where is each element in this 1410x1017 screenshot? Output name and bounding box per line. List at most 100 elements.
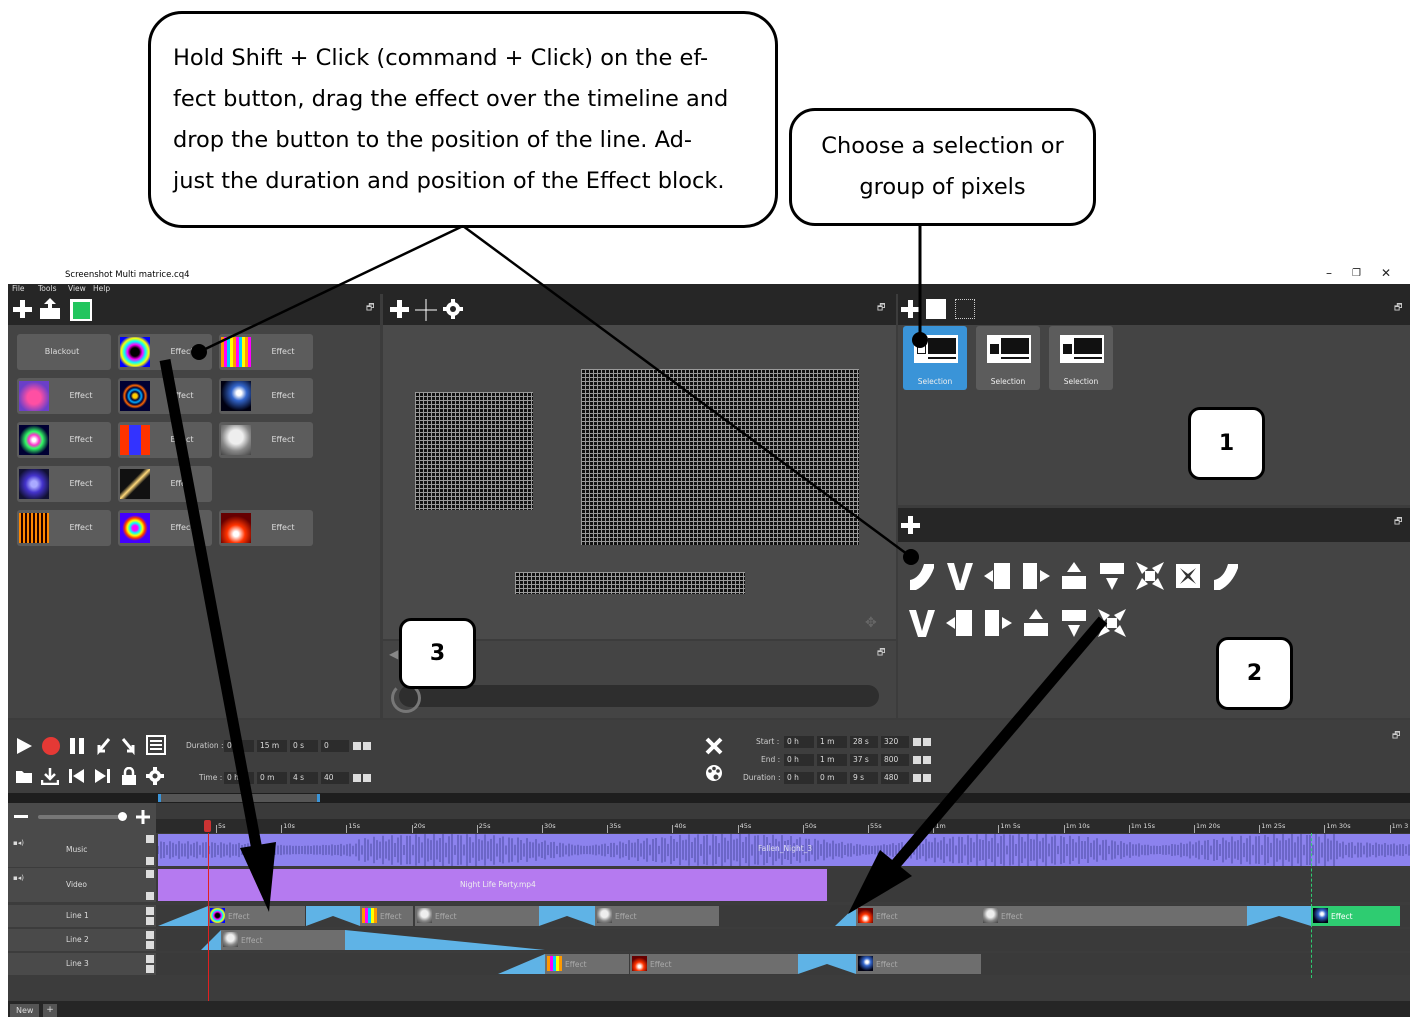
- shrink-right-icon[interactable]: [906, 607, 938, 639]
- menu-view[interactable]: View: [68, 284, 86, 293]
- selection-button[interactable]: Selection: [976, 326, 1040, 390]
- zoom-slider-handle[interactable]: [118, 812, 127, 821]
- record-icon[interactable]: [41, 736, 61, 756]
- curve-transition-icon[interactable]: [906, 560, 938, 592]
- effect-block[interactable]: Effect: [415, 906, 539, 926]
- list-icon[interactable]: [146, 735, 166, 755]
- selection-button[interactable]: Selection: [903, 326, 967, 390]
- menu-file[interactable]: File: [12, 284, 25, 293]
- effect-block[interactable]: Effect: [208, 906, 305, 926]
- effect-block[interactable]: Effect: [856, 954, 981, 974]
- effect-block[interactable]: Effect: [630, 954, 798, 974]
- effect-block[interactable]: Effect: [981, 906, 1247, 926]
- float-panel-icon[interactable]: 🗗: [877, 300, 885, 316]
- decrement-button[interactable]: [363, 742, 371, 750]
- v-transition-icon[interactable]: [944, 560, 976, 592]
- track-remove-button[interactable]: [146, 870, 154, 878]
- crosshair-icon[interactable]: [415, 299, 437, 321]
- settings-icon[interactable]: [146, 767, 164, 785]
- gear-icon[interactable]: [443, 299, 463, 319]
- float-panel-icon[interactable]: 🗗: [1392, 728, 1400, 744]
- effect-button[interactable]: Effect: [118, 466, 212, 502]
- rotate-right-icon[interactable]: [982, 607, 1014, 639]
- dissolve-icon[interactable]: [1096, 607, 1128, 639]
- zoom-out-icon[interactable]: [14, 815, 28, 818]
- timeline-scrollbar[interactable]: [8, 793, 1410, 803]
- minimize-button[interactable]: –: [1326, 266, 1332, 280]
- time-hours[interactable]: 0 h: [224, 772, 254, 784]
- blinds-icon[interactable]: [1020, 607, 1052, 639]
- implode-icon[interactable]: [1172, 560, 1204, 592]
- slide-down-icon[interactable]: [1096, 560, 1128, 592]
- start-minutes[interactable]: 1 m: [817, 736, 847, 748]
- move-icon[interactable]: ✥: [865, 615, 877, 631]
- duration-hours[interactable]: 0 h: [224, 740, 254, 752]
- track-add-button[interactable]: [146, 857, 154, 865]
- increment-button[interactable]: [353, 742, 361, 750]
- skip-end-icon[interactable]: [93, 768, 111, 784]
- duration-ms[interactable]: 0: [321, 740, 349, 752]
- increment-button[interactable]: [913, 738, 921, 746]
- effect-button[interactable]: Effect: [17, 422, 111, 458]
- slide-up-icon[interactable]: [1058, 560, 1090, 592]
- skip-start-icon[interactable]: [68, 768, 86, 784]
- explode-icon[interactable]: [1134, 560, 1166, 592]
- pixel-matrix-small[interactable]: [415, 392, 533, 510]
- effect-button[interactable]: Effect: [118, 510, 212, 546]
- color-icon[interactable]: [69, 298, 93, 322]
- time-minutes[interactable]: 0 m: [257, 772, 287, 784]
- rotate-left-icon[interactable]: [944, 607, 976, 639]
- increment-button[interactable]: [913, 774, 921, 782]
- palette-icon[interactable]: [705, 764, 723, 782]
- end-seconds[interactable]: 37 s: [850, 754, 878, 766]
- zoom-slider[interactable]: [38, 815, 126, 819]
- ruler-strip[interactable]: [156, 819, 1410, 833]
- duration-seconds[interactable]: 0 s: [290, 740, 318, 752]
- end-minutes[interactable]: 1 m: [817, 754, 847, 766]
- effect-block[interactable]: Effect: [545, 954, 629, 974]
- effect-block[interactable]: Effect: [360, 906, 413, 926]
- effect-button[interactable]: Effect: [118, 422, 212, 458]
- play-icon[interactable]: [15, 737, 33, 755]
- menu-help[interactable]: Help: [93, 284, 110, 293]
- end-ms[interactable]: 800: [881, 754, 909, 766]
- add-transition-icon[interactable]: [900, 515, 920, 535]
- effect-block[interactable]: Effect: [221, 930, 345, 950]
- float-panel-icon[interactable]: 🗗: [1394, 514, 1402, 530]
- effect-button[interactable]: Effect: [17, 466, 111, 502]
- timeline-track[interactable]: Line 2: [8, 929, 1410, 951]
- menu-tools[interactable]: Tools: [38, 284, 56, 293]
- restore-button[interactable]: ❐: [1352, 268, 1361, 279]
- time-ms[interactable]: 40: [321, 772, 349, 784]
- float-panel-icon[interactable]: 🗗: [877, 645, 885, 661]
- empty-selection-icon[interactable]: [955, 299, 975, 319]
- slide-left-icon[interactable]: [982, 560, 1014, 592]
- start-hours[interactable]: 0 h: [784, 736, 814, 748]
- step-out-icon[interactable]: [120, 737, 138, 755]
- block-duration-minutes[interactable]: 0 m: [817, 772, 847, 784]
- decrement-button[interactable]: [923, 774, 931, 782]
- effect-button[interactable]: Effect: [219, 422, 313, 458]
- effect-button[interactable]: Effect: [219, 510, 313, 546]
- track-add-button[interactable]: [146, 917, 154, 925]
- selection-button[interactable]: Selection: [1049, 326, 1113, 390]
- add-tab-button[interactable]: +: [43, 1004, 57, 1017]
- add-effect-icon[interactable]: [12, 299, 32, 319]
- shrink-left-icon[interactable]: [1210, 560, 1242, 592]
- step-in-icon[interactable]: [95, 737, 113, 755]
- time-seconds[interactable]: 4 s: [290, 772, 318, 784]
- track-remove-button[interactable]: [146, 931, 154, 939]
- effect-button[interactable]: Effect: [118, 334, 212, 370]
- effect-block[interactable]: Effect: [856, 906, 981, 926]
- lock-icon[interactable]: [121, 767, 137, 785]
- close-button[interactable]: ✕: [1381, 266, 1391, 280]
- download-icon[interactable]: [41, 767, 59, 785]
- end-hours[interactable]: 0 h: [784, 754, 814, 766]
- pause-icon[interactable]: [68, 737, 86, 755]
- effect-button[interactable]: Effect: [118, 378, 212, 414]
- float-panel-icon[interactable]: 🗗: [366, 300, 374, 316]
- video-clip[interactable]: Night Life Party.mp4: [158, 869, 827, 901]
- add-matrix-icon[interactable]: [389, 299, 409, 319]
- track-add-button[interactable]: [146, 965, 154, 973]
- block-duration-seconds[interactable]: 9 s: [850, 772, 878, 784]
